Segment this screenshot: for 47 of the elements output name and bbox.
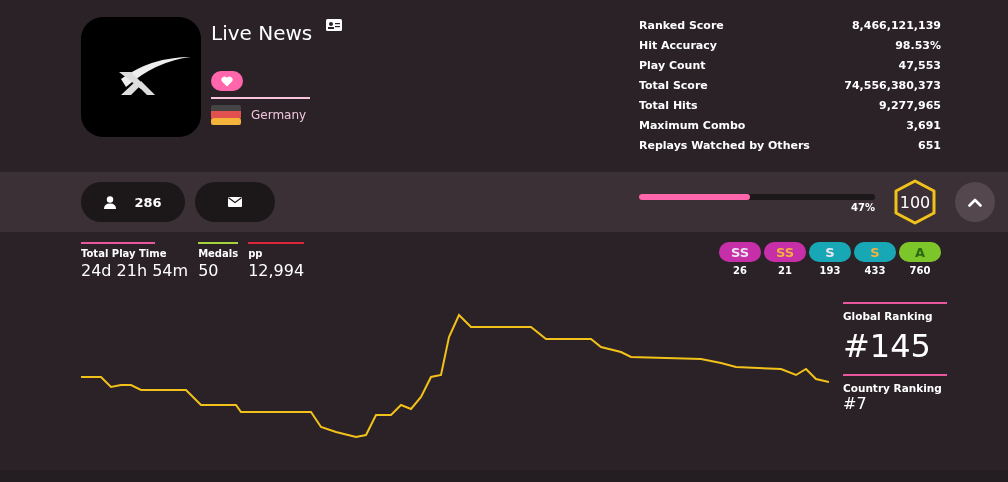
grade-badge: SS	[764, 242, 806, 262]
message-button[interactable]	[195, 182, 275, 222]
grade-count: 433	[864, 265, 886, 276]
summary-value: 24d 21h 54m	[81, 261, 189, 281]
grade-badge: SS	[719, 242, 761, 262]
stat-label: Ranked Score	[639, 18, 724, 32]
ranking-value: #7	[843, 394, 868, 413]
stat-label: Total Score	[639, 78, 708, 92]
stat-label: Replays Watched by Others	[639, 138, 810, 152]
stat-label: Maximum Combo	[639, 118, 746, 132]
username: Live News	[211, 20, 313, 47]
summary-label: Medals	[198, 247, 239, 261]
summary-label: pp	[248, 247, 264, 261]
id-card-icon[interactable]	[326, 19, 343, 31]
stat-label: Total Hits	[639, 98, 698, 112]
ranking-value: #145	[843, 326, 932, 367]
grade-count: 193	[819, 265, 841, 276]
level-badge: 100	[892, 179, 938, 225]
grade-badge: S	[854, 242, 896, 262]
stat-value: 98.53%	[895, 38, 941, 52]
grade-count: 760	[909, 265, 931, 276]
stat-value: 47,553	[898, 58, 941, 72]
summary-value: 50	[198, 261, 220, 281]
grade-badge: A	[899, 242, 941, 262]
collapse-button[interactable]	[955, 182, 995, 222]
grade-badge: S	[809, 242, 851, 262]
ranking-label: Country Ranking	[843, 382, 943, 394]
stat-value: 74,556,380,373	[844, 78, 941, 92]
stat-label: Hit Accuracy	[639, 38, 717, 52]
grade-count: 21	[778, 265, 792, 276]
chevron-up-icon	[968, 197, 982, 207]
country-name[interactable]: Germany	[251, 108, 307, 122]
flag-icon	[211, 105, 241, 125]
progress-percent: 47%	[851, 202, 875, 213]
user-icon	[104, 195, 117, 209]
summary-label: Total Play Time	[81, 247, 168, 261]
followers-button[interactable]: 286	[81, 182, 185, 222]
stat-label: Play Count	[639, 58, 706, 72]
stat-value: 651	[918, 138, 941, 152]
heart-icon	[221, 75, 233, 87]
stat-value: 8,466,121,139	[851, 18, 941, 32]
mail-icon	[228, 197, 242, 207]
ranking-label: Global Ranking	[843, 310, 934, 322]
summary-value: 12,994	[248, 261, 305, 281]
grade-count: 26	[733, 265, 747, 276]
stat-value: 3,691	[906, 118, 941, 132]
stat-value: 9,277,965	[879, 98, 941, 112]
